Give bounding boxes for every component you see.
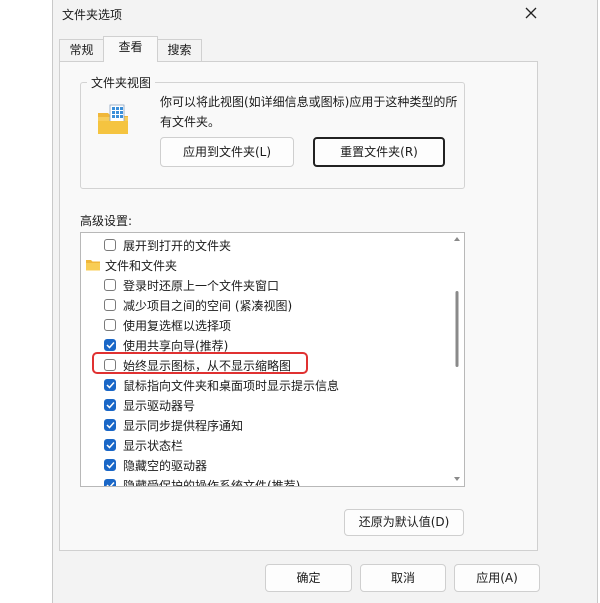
list-item[interactable]: 鼠标指向文件夹和桌面项时显示提示信息 xyxy=(81,375,464,395)
checkbox[interactable] xyxy=(104,459,116,471)
checkbox[interactable] xyxy=(104,299,116,311)
list-group-header: 文件和文件夹 xyxy=(81,255,458,275)
list-item-label: 使用共享向导(推荐) xyxy=(123,338,229,353)
checkbox[interactable] xyxy=(104,339,116,351)
advanced-settings-label: 高级设置: xyxy=(80,214,133,228)
folder-icon xyxy=(86,259,100,271)
highlight-annotation xyxy=(92,352,308,374)
folder-view-description: 你可以将此视图(如详细信息或图标)应用于这种类型的所有文件夹。 xyxy=(160,95,458,129)
scroll-up-icon xyxy=(454,237,460,241)
list-item-label: 显示驱动器号 xyxy=(123,398,196,413)
list-item[interactable]: 显示驱动器号 xyxy=(81,395,464,415)
list-item[interactable]: 隐藏空的驱动器 xyxy=(81,455,464,475)
background-area xyxy=(0,0,52,603)
folder-view-icon xyxy=(96,103,130,137)
list-item[interactable]: 展开到打开的文件夹 xyxy=(81,235,464,255)
checkbox[interactable] xyxy=(104,399,116,411)
scroll-thumb xyxy=(455,291,459,367)
list-item-label: 展开到打开的文件夹 xyxy=(123,238,232,253)
list-item-label: 登录时还原上一个文件夹窗口 xyxy=(123,278,280,293)
checkbox[interactable] xyxy=(104,419,116,431)
folder-view-title: 文件夹视图 xyxy=(87,74,156,91)
checkbox[interactable] xyxy=(104,479,116,486)
checkbox[interactable] xyxy=(104,319,116,331)
list-group-label: 文件和文件夹 xyxy=(105,258,178,273)
list-item-label: 鼠标指向文件夹和桌面项时显示提示信息 xyxy=(123,378,340,393)
list-item[interactable]: 使用复选框以选择项 xyxy=(81,315,464,335)
list-item-label: 隐藏空的驱动器 xyxy=(123,458,208,473)
tab-view[interactable]: 查看 xyxy=(103,36,158,62)
list-item[interactable]: 登录时还原上一个文件夹窗口 xyxy=(81,275,464,295)
checkbox[interactable] xyxy=(104,439,116,451)
list-item-label: 减少项目之间的空间 (紧凑视图) xyxy=(123,298,293,313)
restore-defaults-button[interactable]: 还原为默认值(D) xyxy=(344,509,464,536)
apply-to-folders-button[interactable]: 应用到文件夹(L) xyxy=(160,137,294,167)
list-item[interactable]: 隐藏受保护的操作系统文件(推荐) xyxy=(81,475,464,487)
apply-button[interactable]: 应用(A) xyxy=(454,564,540,592)
checkbox[interactable] xyxy=(104,239,116,251)
scroll-down-icon xyxy=(454,477,460,481)
list-scrollbar[interactable] xyxy=(451,233,463,486)
list-item[interactable]: 减少项目之间的空间 (紧凑视图) xyxy=(81,295,464,315)
checkbox[interactable] xyxy=(104,379,116,391)
cancel-button[interactable]: 取消 xyxy=(360,564,446,592)
list-item-label: 隐藏受保护的操作系统文件(推荐) xyxy=(123,478,301,487)
reset-folders-button[interactable]: 重置文件夹(R) xyxy=(313,137,445,167)
tab-search[interactable]: 搜索 xyxy=(157,39,202,61)
list-item-label: 使用复选框以选择项 xyxy=(123,318,232,333)
window-title: 文件夹选项 xyxy=(62,8,123,22)
list-item[interactable]: 显示同步提供程序通知 xyxy=(81,415,464,435)
tab-general[interactable]: 常规 xyxy=(59,39,104,61)
close-icon[interactable] xyxy=(518,2,544,24)
checkbox[interactable] xyxy=(104,279,116,291)
list-item-label: 显示状态栏 xyxy=(123,438,184,453)
list-item-label: 显示同步提供程序通知 xyxy=(123,418,244,433)
ok-button[interactable]: 确定 xyxy=(265,564,352,592)
list-item[interactable]: 显示状态栏 xyxy=(81,435,464,455)
